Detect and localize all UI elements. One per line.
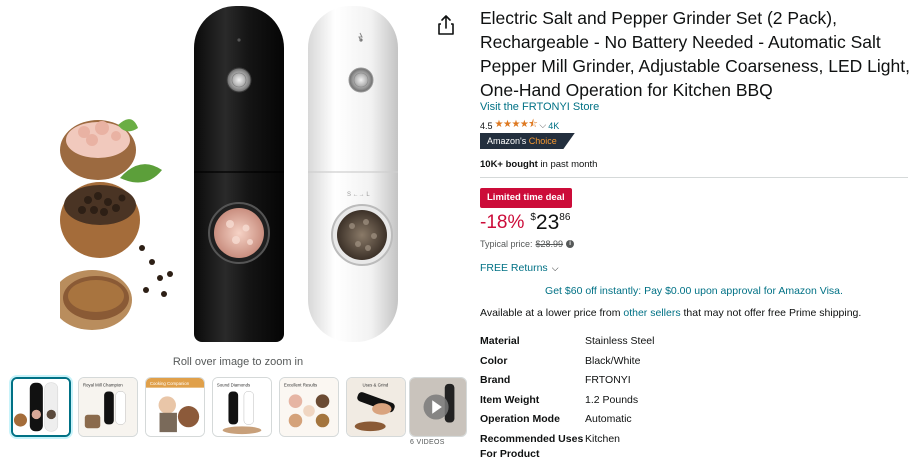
svg-text:S ←→ L: S ←→ L [347, 192, 370, 198]
cooking-thumb-image: Cooking Companion [146, 378, 204, 436]
share-icon [438, 15, 454, 35]
free-returns-label: FREE Returns [480, 262, 548, 274]
store-link[interactable]: Visit the FRTONYI Store [480, 101, 599, 113]
spec-key: Operation Mode [480, 413, 560, 426]
other-sellers-link[interactable]: other sellers [623, 307, 680, 319]
royal-mill-thumb-image: Royal Mill Champion [79, 378, 137, 436]
spec-key: Item Weight [480, 393, 540, 406]
thumbnail-handheld[interactable]: Uses & Grind [346, 377, 406, 437]
thumb-caption: Sound Diamonds [217, 383, 251, 388]
zoom-hint: Roll over image to zoom in [172, 356, 304, 368]
card-promo-link[interactable]: Get $60 off instantly: Pay $0.00 upon ap… [480, 285, 908, 297]
thumb-caption: Excellent Results [284, 383, 318, 388]
typical-price-label: Typical price: [480, 239, 533, 249]
share-button[interactable] [436, 14, 456, 36]
choice-badge-accent: Choice [528, 136, 557, 146]
typical-price: Typical price: $28.99 i [480, 239, 575, 249]
spec-value: Kitchen [585, 432, 621, 445]
rating-count[interactable]: 4K [548, 121, 559, 131]
spec-value: Automatic [585, 413, 632, 426]
spec-value: Stainless Steel [585, 335, 655, 347]
product-specs-table: Material Stainless Steel Color Black/Whi… [480, 334, 910, 468]
lower-price-prefix: Available at a lower price from [480, 307, 624, 319]
section-divider [480, 177, 908, 178]
spec-row: Color Black/White [480, 354, 910, 374]
discount-percent: -18% [480, 212, 525, 233]
bought-suffix: in past month [537, 159, 598, 170]
spec-row: Operation Mode Automatic [480, 412, 910, 432]
spec-value: Black/White [585, 354, 641, 367]
spec-value: FRTONYI [585, 374, 631, 387]
image-gallery: S ←→ L Roll over image to zoom in Royal … [0, 0, 470, 469]
bought-in-past-month: 10K+ bought in past month [480, 159, 597, 170]
spec-key: Color [480, 354, 508, 367]
spec-row: Material Stainless Steel [480, 334, 910, 354]
choice-badge-prefix: Amazon's [487, 136, 527, 146]
typical-price-value: $28.99 [535, 239, 564, 249]
price-fraction: 86 [559, 212, 571, 223]
thumb-caption: Cooking Companion [150, 381, 190, 386]
spec-key: Brand [480, 374, 511, 387]
chevron-down-icon: ⌵ [551, 262, 559, 273]
thumbnail-video[interactable] [409, 377, 467, 437]
video-count-label: 6 VIDEOS [410, 439, 445, 446]
bought-count: 10K+ bought [480, 159, 538, 170]
spec-row: Item Weight 1.2 Pounds [480, 393, 910, 413]
main-product-image[interactable]: S ←→ L [52, 0, 400, 350]
lower-price-suffix: that may not offer free Prime shipping. [680, 307, 862, 319]
grinder-thumb-image [13, 379, 69, 435]
thumbnail-salt-pepper[interactable]: Excellent Results [279, 377, 339, 437]
star-rating-icon[interactable]: ★★★★⯪ [495, 117, 538, 134]
video-thumb-image [410, 378, 466, 436]
spec-value: 1.2 Pounds [585, 393, 639, 406]
limited-time-deal-badge: Limited time deal [480, 188, 572, 208]
rating-row[interactable]: 4.5 ★★★★⯪ ⌵ 4K [480, 117, 559, 134]
amazons-choice-badge[interactable]: Amazon's Choice [480, 133, 575, 149]
thumbnail-main-product[interactable] [11, 377, 71, 437]
salt-pepper-thumb-image: Excellent Results [280, 378, 338, 436]
spec-row: Brand FRTONYI [480, 373, 910, 393]
product-title: Electric Salt and Pepper Grinder Set (2 … [480, 8, 910, 100]
grinding-thumb-image: Sound Diamonds [213, 378, 271, 436]
spec-row: Recommended Uses For Product Kitchen [480, 432, 910, 468]
spec-key: Recommended Uses For Product [480, 432, 584, 460]
spec-key: Material [480, 335, 520, 347]
free-returns-link[interactable]: FREE Returns ⌵ [480, 262, 559, 274]
lower-price-notice: Available at a lower price from other se… [480, 307, 861, 319]
thumbnail-grinding[interactable]: Sound Diamonds [212, 377, 272, 437]
grinder-set-illustration: S ←→ L [52, 6, 398, 342]
thumbnail-cooking[interactable]: Cooking Companion [145, 377, 205, 437]
info-icon[interactable]: i [566, 240, 575, 248]
rating-value: 4.5 [480, 120, 493, 131]
price-whole: 23 [535, 211, 560, 234]
price-row: -18% $ 23 86 [480, 211, 570, 235]
chevron-down-icon[interactable]: ⌵ [539, 120, 546, 131]
thumb-caption: Uses & Grind [362, 383, 388, 388]
thumbnail-royal-mill[interactable]: Royal Mill Champion [78, 377, 138, 437]
handheld-thumb-image: Uses & Grind [347, 378, 405, 436]
thumb-caption: Royal Mill Champion [83, 383, 123, 388]
